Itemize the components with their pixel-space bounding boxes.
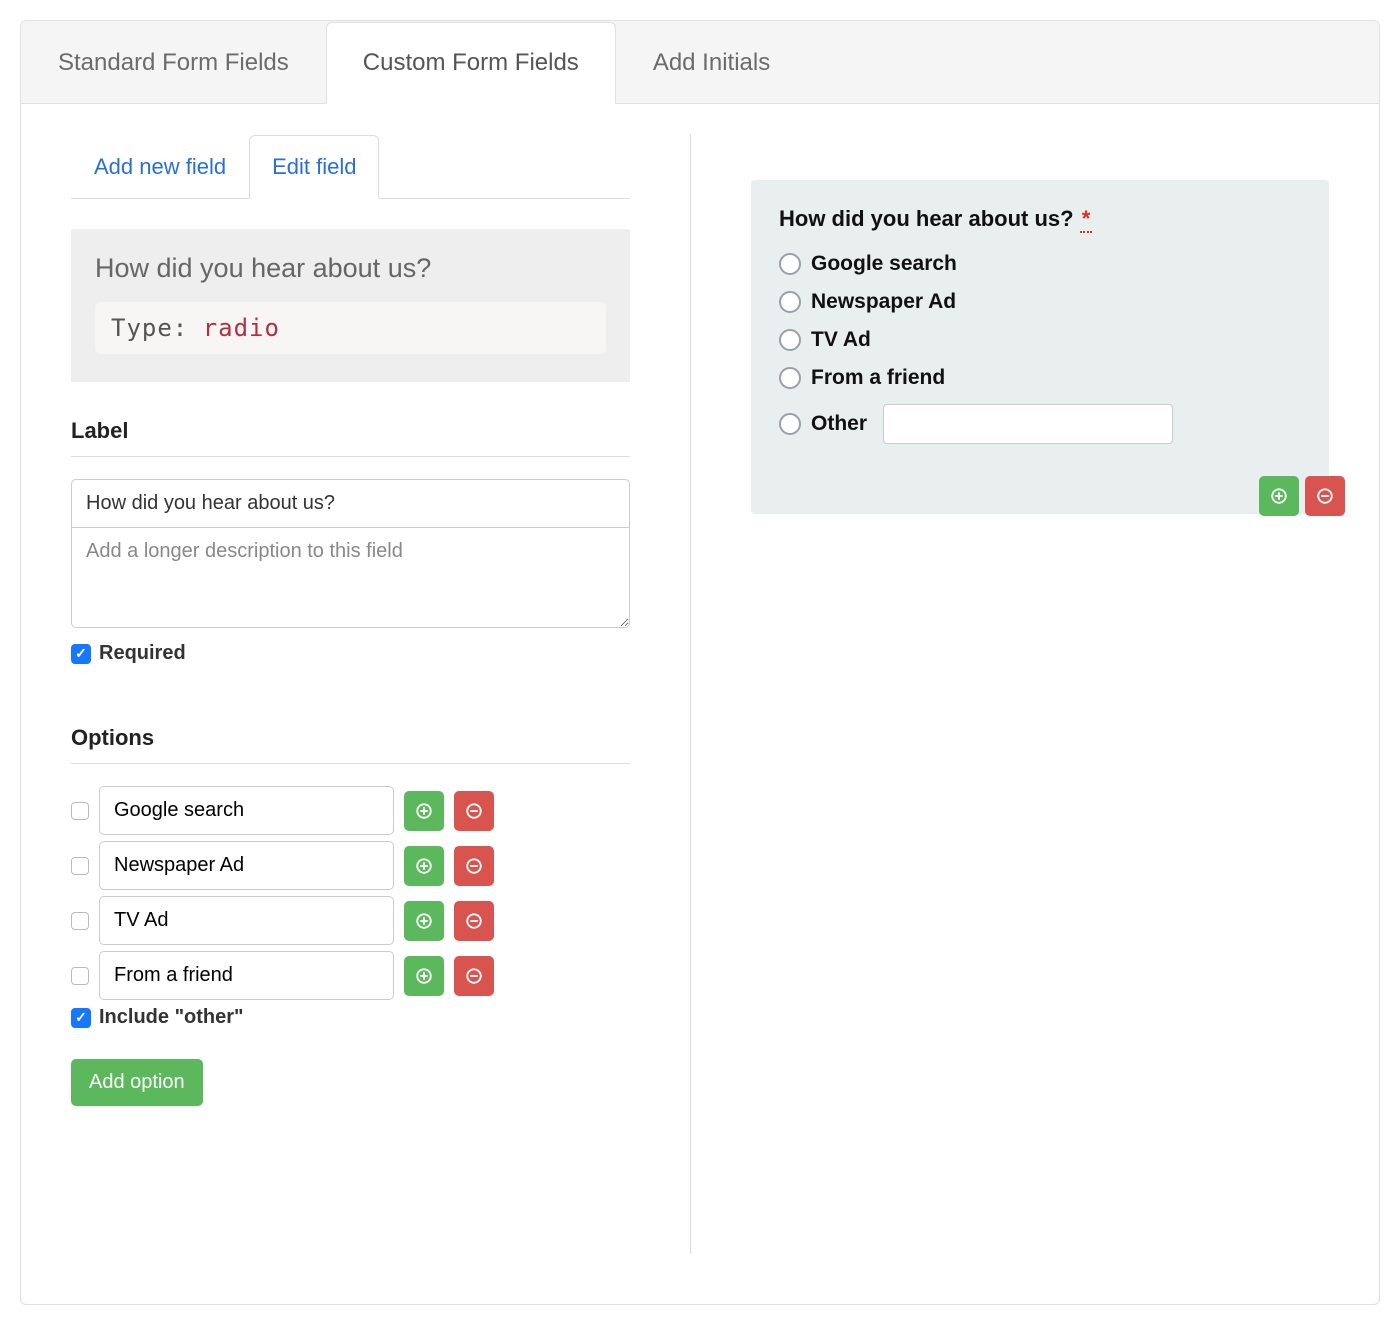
preview-radio-option[interactable]: TV Ad (779, 328, 1301, 352)
field-summary: How did you hear about us? Type: radio (71, 229, 630, 382)
description-textarea[interactable] (71, 528, 630, 628)
preview-radio-option-other[interactable]: Other (779, 404, 1301, 444)
option-add-button[interactable] (404, 901, 444, 941)
option-add-button[interactable] (404, 846, 444, 886)
field-type-value: radio (203, 314, 280, 342)
add-option-button[interactable]: Add option (71, 1059, 203, 1106)
option-default-checkbox[interactable] (71, 802, 89, 820)
preview-other-input[interactable] (883, 404, 1173, 444)
include-other-checkbox[interactable] (71, 1008, 91, 1028)
tab-add-initials[interactable]: Add Initials (616, 22, 807, 104)
option-input[interactable] (99, 841, 394, 890)
include-other-row[interactable]: Include "other" (71, 1006, 630, 1029)
preview-title: How did you hear about us? * (779, 206, 1301, 232)
option-row (71, 786, 630, 835)
plus-circle-icon (415, 857, 433, 875)
preview-column: How did you hear about us? * Google sear… (691, 134, 1329, 1254)
preview-remove-field-button[interactable] (1305, 476, 1345, 516)
preview-card: How did you hear about us? * Google sear… (751, 180, 1329, 514)
radio-icon[interactable] (779, 253, 801, 275)
preview-add-field-button[interactable] (1259, 476, 1299, 516)
option-default-checkbox[interactable] (71, 857, 89, 875)
option-input[interactable] (99, 951, 394, 1000)
option-input[interactable] (99, 786, 394, 835)
option-default-checkbox[interactable] (71, 912, 89, 930)
plus-circle-icon (415, 967, 433, 985)
field-summary-title: How did you hear about us? (95, 253, 606, 284)
preview-title-text: How did you hear about us? (779, 206, 1074, 231)
preview-option-label: Newspaper Ad (811, 290, 956, 314)
option-row (71, 896, 630, 945)
options-heading: Options (71, 725, 630, 764)
tab-edit-field[interactable]: Edit field (249, 135, 379, 199)
option-remove-button[interactable] (454, 791, 494, 831)
include-other-label: Include "other" (99, 1006, 244, 1029)
minus-circle-icon (465, 912, 483, 930)
option-row (71, 951, 630, 1000)
editor-column: Add new field Edit field How did you hea… (71, 134, 691, 1254)
required-checkbox[interactable] (71, 644, 91, 664)
required-indicator: * (1080, 206, 1093, 233)
preview-radio-option[interactable]: From a friend (779, 366, 1301, 390)
label-input[interactable] (71, 479, 630, 528)
required-checkbox-row[interactable]: Required (71, 642, 630, 665)
radio-icon[interactable] (779, 413, 801, 435)
tab-custom-form-fields[interactable]: Custom Form Fields (326, 22, 616, 104)
radio-icon[interactable] (779, 329, 801, 351)
minus-circle-icon (1316, 487, 1334, 505)
plus-circle-icon (415, 802, 433, 820)
option-input[interactable] (99, 896, 394, 945)
sub-tabs: Add new field Edit field (71, 134, 630, 199)
option-remove-button[interactable] (454, 846, 494, 886)
preview-option-label: From a friend (811, 366, 945, 390)
preview-radio-option[interactable]: Google search (779, 252, 1301, 276)
minus-circle-icon (465, 857, 483, 875)
radio-icon[interactable] (779, 291, 801, 313)
option-remove-button[interactable] (454, 956, 494, 996)
preview-option-label: Google search (811, 252, 957, 276)
option-default-checkbox[interactable] (71, 967, 89, 985)
preview-option-label: TV Ad (811, 328, 871, 352)
field-type-label: Type: (111, 314, 188, 342)
label-section: Label Required (71, 418, 630, 665)
top-tabs: Standard Form Fields Custom Form Fields … (21, 21, 1379, 104)
option-remove-button[interactable] (454, 901, 494, 941)
tab-standard-form-fields[interactable]: Standard Form Fields (21, 22, 326, 104)
preview-radio-option[interactable]: Newspaper Ad (779, 290, 1301, 314)
minus-circle-icon (465, 967, 483, 985)
preview-actions (1259, 476, 1345, 516)
option-add-button[interactable] (404, 956, 444, 996)
minus-circle-icon (465, 802, 483, 820)
plus-circle-icon (1270, 487, 1288, 505)
options-section: Options (71, 725, 630, 1106)
required-label: Required (99, 642, 186, 665)
form-builder-panel: Standard Form Fields Custom Form Fields … (20, 20, 1380, 1305)
preview-other-label: Other (811, 412, 867, 436)
label-heading: Label (71, 418, 630, 457)
option-add-button[interactable] (404, 791, 444, 831)
plus-circle-icon (415, 912, 433, 930)
radio-icon[interactable] (779, 367, 801, 389)
option-row (71, 841, 630, 890)
tab-add-new-field[interactable]: Add new field (71, 135, 249, 199)
field-type-box: Type: radio (95, 302, 606, 354)
